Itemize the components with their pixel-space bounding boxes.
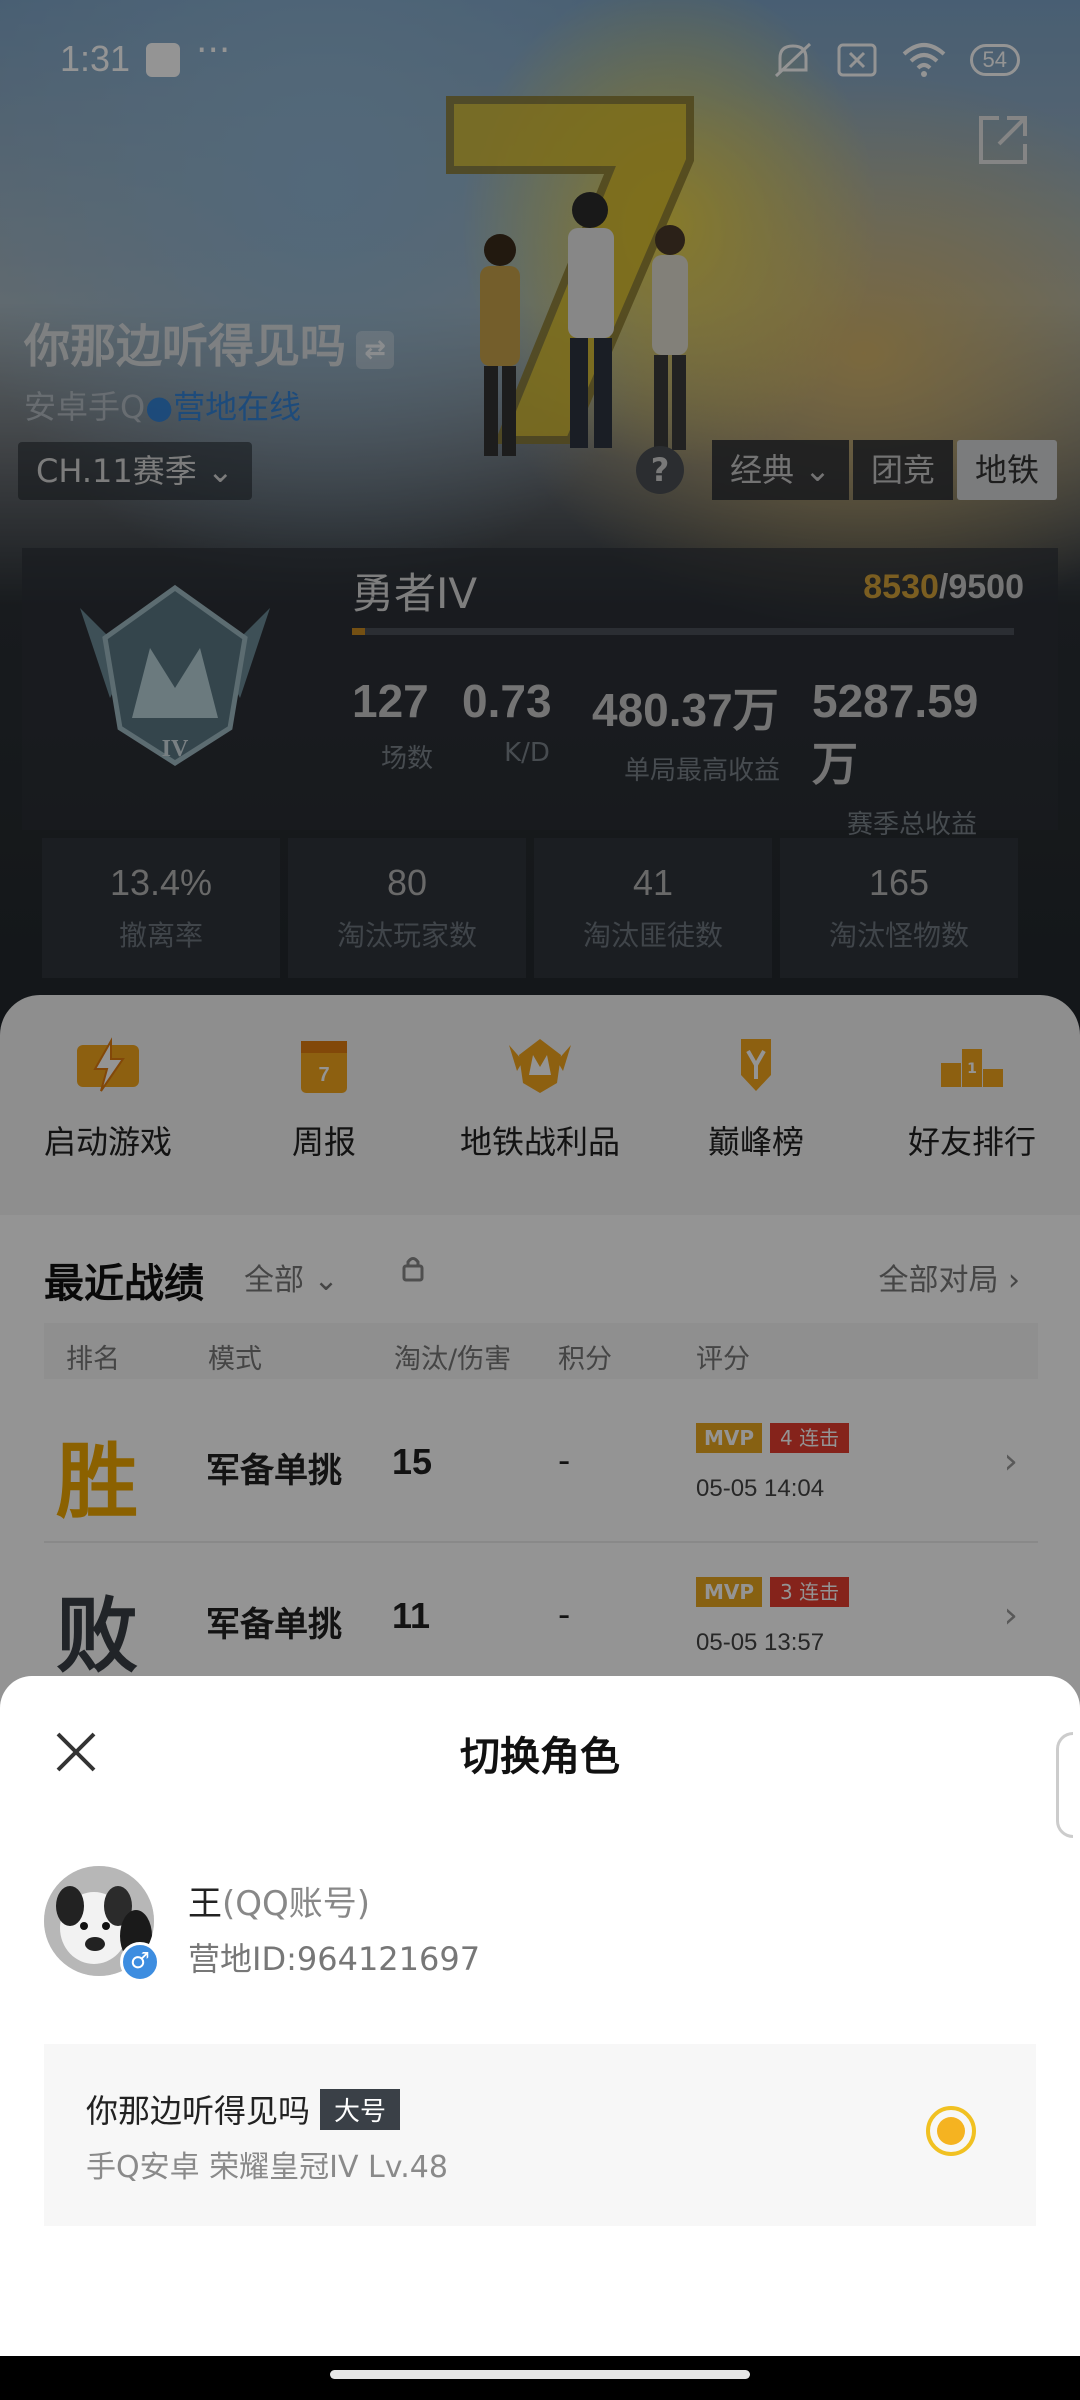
role-name: 你那边听得见吗 大号: [86, 2086, 401, 2132]
role-radio[interactable]: [926, 2106, 976, 2156]
app-screen: 1:31 ··· 54 你那边听得见吗 ⇄ 安卓手Q●营地在线 CH.11赛季 …: [0, 0, 1080, 2400]
main-account-tag: 大号: [320, 2089, 401, 2130]
home-gesture-handle[interactable]: [330, 2370, 750, 2379]
side-handle[interactable]: [1056, 1732, 1073, 1838]
role-option[interactable]: 你那边听得见吗 大号 手Q安卓 荣耀皇冠IV Lv.48: [44, 2044, 1036, 2226]
user-name: 王(QQ账号): [188, 1876, 370, 1925]
role-info: 手Q安卓 荣耀皇冠IV Lv.48: [86, 2150, 448, 2185]
male-icon: ♂: [120, 1942, 160, 1982]
role-name-text: 你那边听得见吗: [86, 2092, 311, 2130]
account-type: (QQ账号): [222, 1884, 371, 1924]
sheet-title: 切换角色: [460, 1734, 620, 1780]
camp-id: 营地ID:964121697: [188, 1940, 481, 1978]
switch-role-sheet: 切换角色 ♂ 王(QQ账号) 营地ID:964121697 你那边听得见吗 大号 …: [0, 1676, 1080, 2356]
system-nav-bar: [0, 2356, 1080, 2400]
radio-selected-dot: [937, 2117, 965, 2145]
user-name-text: 王: [188, 1884, 222, 1924]
